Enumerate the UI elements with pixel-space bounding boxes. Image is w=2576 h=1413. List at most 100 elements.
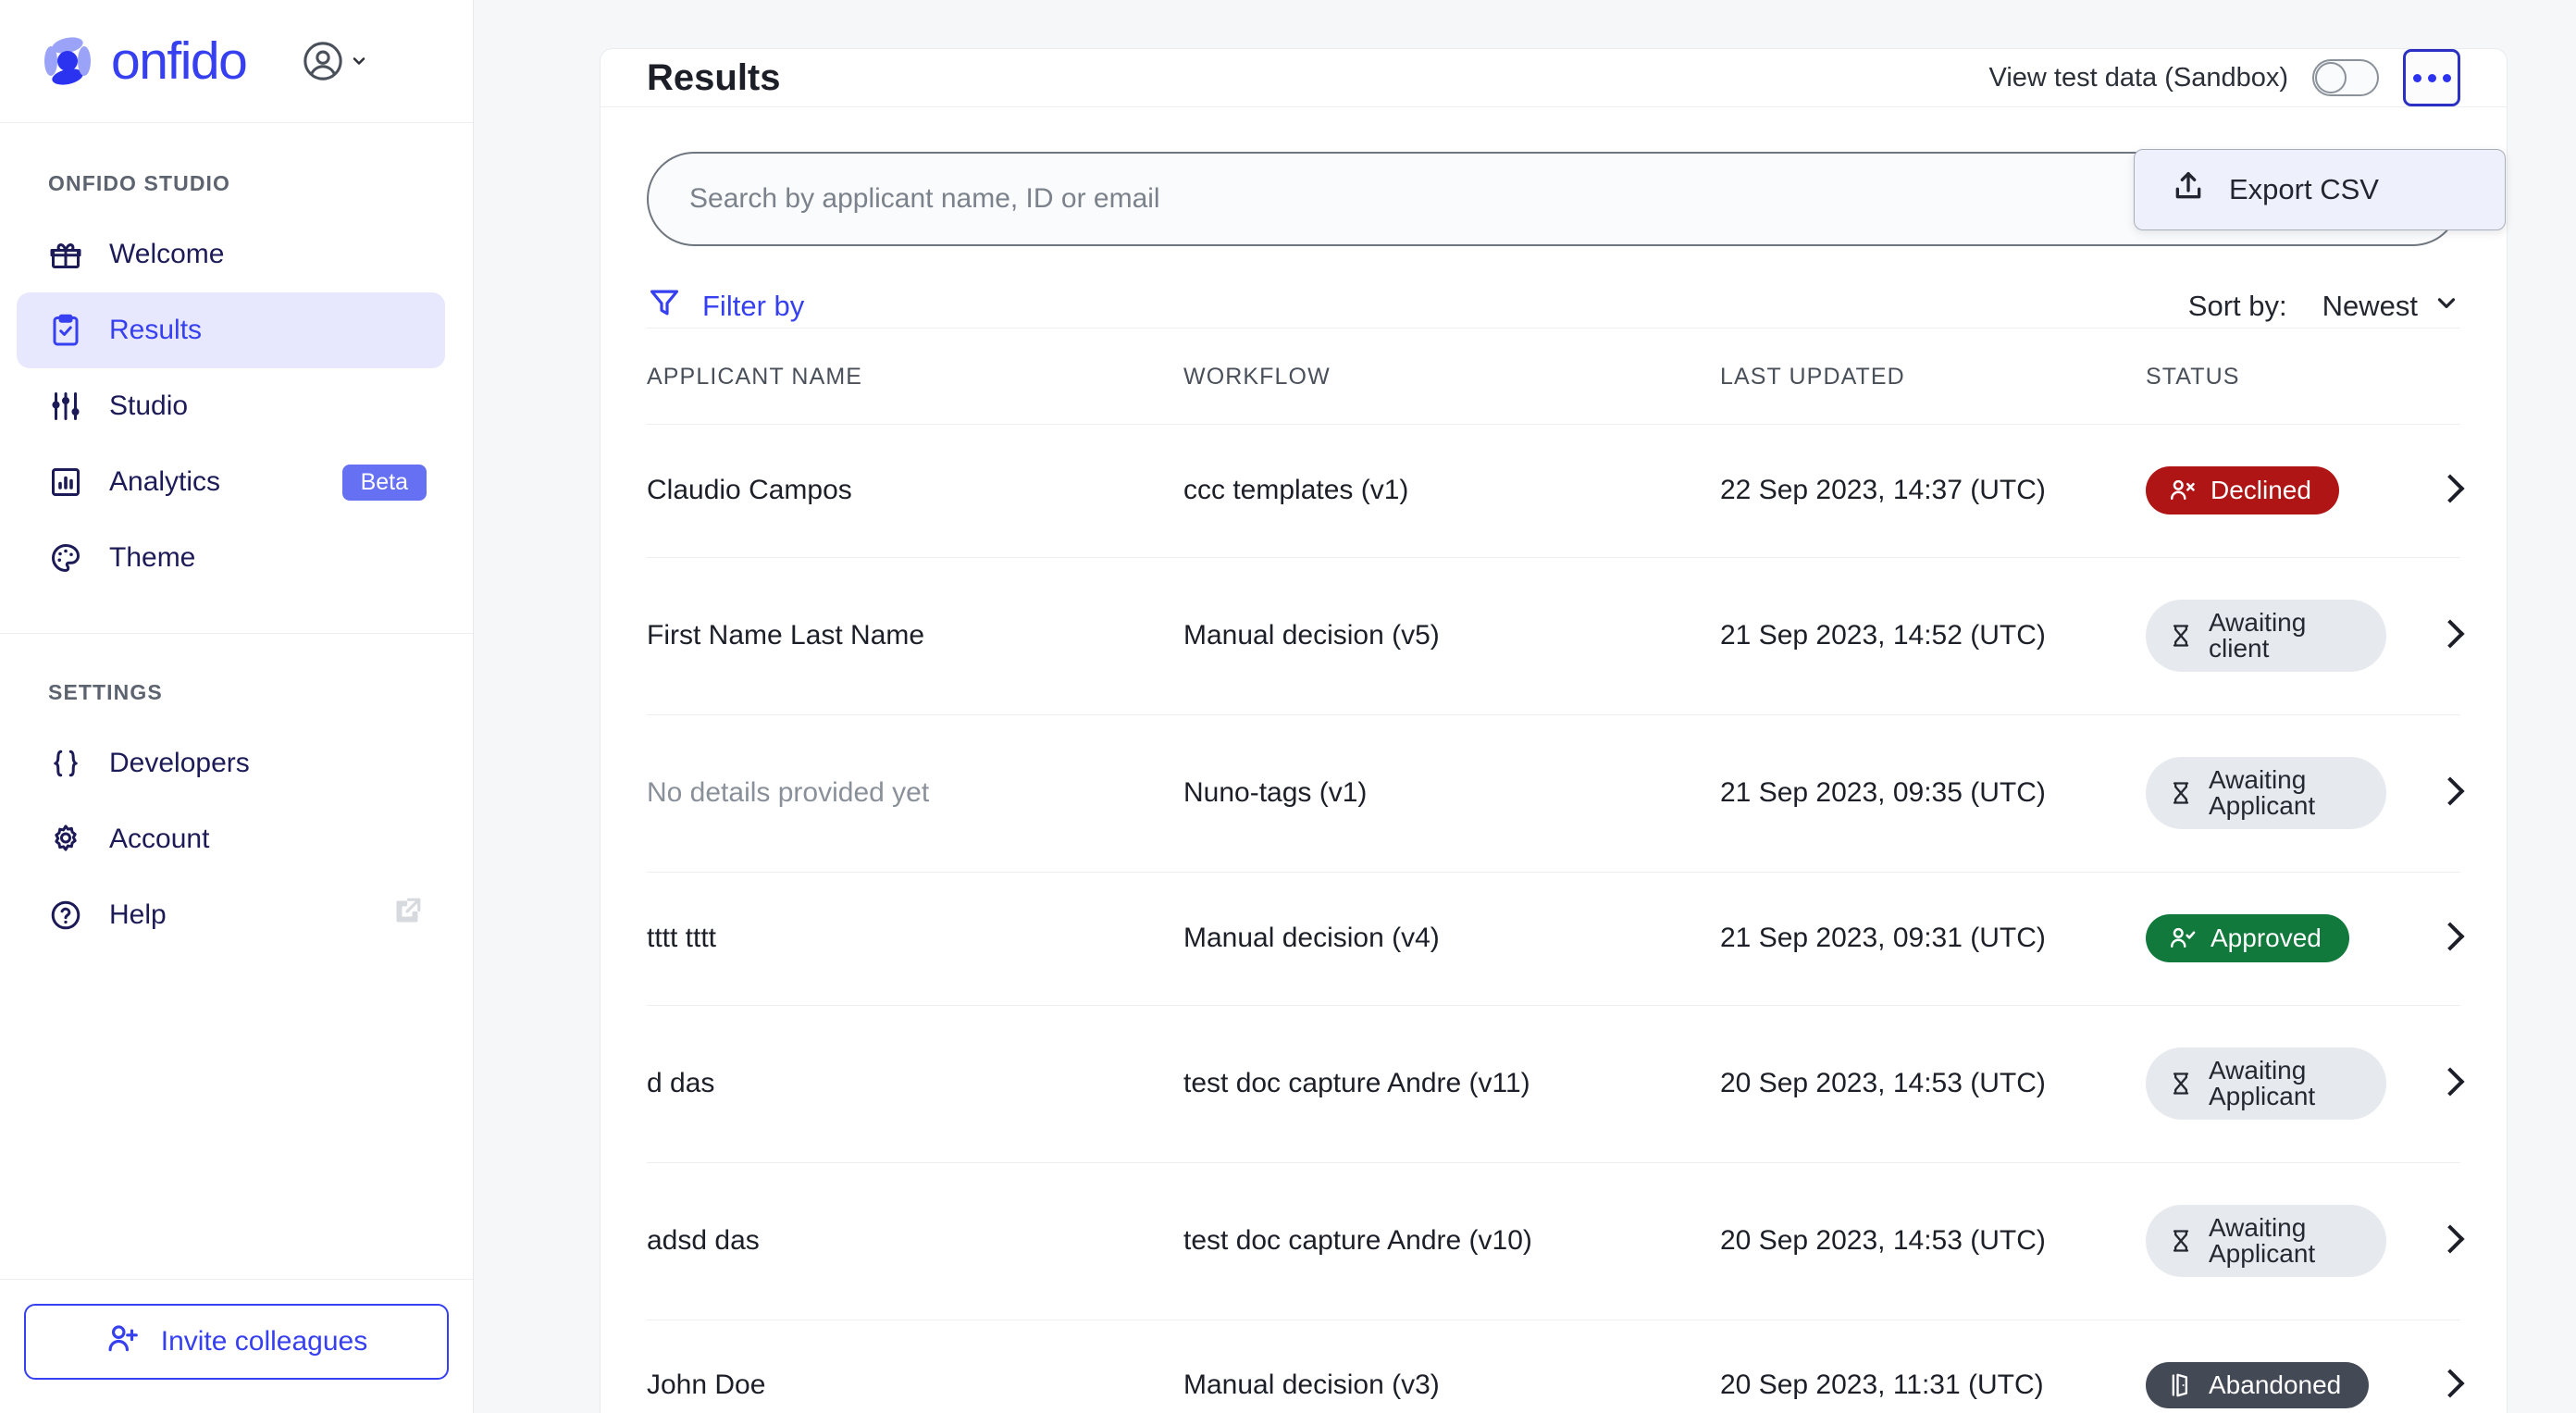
cell-last-updated: 20 Sep 2023, 14:53 (UTC) <box>1720 1006 2146 1163</box>
cell-row-arrow[interactable] <box>2386 1320 2460 1413</box>
sidebar-settings-nav: Developers Account Help <box>0 725 473 953</box>
chevron-right-icon[interactable] <box>2435 474 2464 502</box>
status-badge: Awaiting Applicant <box>2146 757 2386 829</box>
table-row[interactable]: tttt ttttManual decision (v4)21 Sep 2023… <box>647 873 2460 1006</box>
column-header-arrow <box>2386 328 2460 425</box>
sidebar-item-developers[interactable]: Developers <box>17 725 445 801</box>
results-table-container: APPLICANT NAME WORKFLOW LAST UPDATED STA… <box>601 328 2507 1413</box>
invite-colleagues-label: Invite colleagues <box>161 1326 367 1357</box>
toggle-knob <box>2315 62 2347 93</box>
results-card: Results View test data (Sandbox) <box>600 48 2508 1413</box>
table-row[interactable]: adsd dastest doc capture Andre (v10)20 S… <box>647 1163 2460 1320</box>
door-icon <box>2168 1372 2194 1398</box>
results-table: APPLICANT NAME WORKFLOW LAST UPDATED STA… <box>647 328 2460 1413</box>
chevron-right-icon[interactable] <box>2435 922 2464 950</box>
cell-last-updated: 22 Sep 2023, 14:37 (UTC) <box>1720 425 2146 558</box>
chevron-down-icon <box>2433 289 2460 324</box>
sidebar-item-account[interactable]: Account <box>17 801 445 877</box>
sidebar-section-settings-label: SETTINGS <box>0 680 473 705</box>
hourglass-icon <box>2168 1071 2194 1097</box>
sidebar-item-theme[interactable]: Theme <box>17 520 445 596</box>
column-header-last-updated: LAST UPDATED <box>1720 328 2146 425</box>
column-header-status: STATUS <box>2146 328 2386 425</box>
cell-applicant-name: First Name Last Name <box>647 558 1183 715</box>
table-row[interactable]: No details provided yetNuno-tags (v1)21 … <box>647 715 2460 873</box>
cell-workflow: Manual decision (v5) <box>1183 558 1720 715</box>
status-badge: Abandoned <box>2146 1362 2369 1408</box>
chevron-right-icon[interactable] <box>2435 1369 2464 1397</box>
brand-logo[interactable]: onfido <box>39 32 246 90</box>
cell-row-arrow[interactable] <box>2386 558 2460 715</box>
sidebar-section-studio-label: ONFIDO STUDIO <box>0 171 473 196</box>
table-row[interactable]: Claudio Camposccc templates (v1)22 Sep 2… <box>647 425 2460 558</box>
sidebar-item-studio[interactable]: Studio <box>17 368 445 444</box>
beta-badge: Beta <box>342 465 427 501</box>
cell-row-arrow[interactable] <box>2386 1006 2460 1163</box>
header-actions: View test data (Sandbox) <box>1989 49 2461 106</box>
sidebar-item-results[interactable]: Results <box>17 292 445 368</box>
sidebar-item-welcome[interactable]: Welcome <box>17 217 445 292</box>
user-plus-icon <box>105 1320 141 1363</box>
sidebar-header: onfido <box>0 0 473 123</box>
sort-by-control[interactable]: Sort by: Newest <box>2188 289 2460 324</box>
status-badge: Declined <box>2146 466 2339 514</box>
status-badge: Awaiting Applicant <box>2146 1047 2386 1120</box>
page-title: Results <box>647 57 781 99</box>
results-header: Results View test data (Sandbox) <box>601 49 2507 107</box>
gear-icon <box>48 822 83 857</box>
table-body: Claudio Camposccc templates (v1)22 Sep 2… <box>647 425 2460 1413</box>
status-badge-label: Awaiting Applicant <box>2209 767 2359 819</box>
sliders-icon <box>48 389 83 424</box>
curly-braces-icon <box>48 746 83 781</box>
cell-applicant-name: d das <box>647 1006 1183 1163</box>
cell-status: Approved <box>2146 873 2386 1006</box>
cell-row-arrow[interactable] <box>2386 715 2460 873</box>
table-row[interactable]: John DoeManual decision (v3)20 Sep 2023,… <box>647 1320 2460 1413</box>
cell-row-arrow[interactable] <box>2386 425 2460 558</box>
sort-by-value: Newest <box>2322 290 2418 323</box>
ellipsis-icon <box>2443 74 2451 82</box>
status-badge-label: Abandoned <box>2209 1372 2341 1398</box>
chevron-right-icon[interactable] <box>2435 1067 2464 1096</box>
cell-workflow: test doc capture Andre (v10) <box>1183 1163 1720 1320</box>
search-input[interactable] <box>689 183 2375 215</box>
ellipsis-icon <box>2428 74 2436 82</box>
table-header-row: APPLICANT NAME WORKFLOW LAST UPDATED STA… <box>647 328 2460 425</box>
status-badge: Awaiting Applicant <box>2146 1205 2386 1277</box>
cell-status: Abandoned <box>2146 1320 2386 1413</box>
main-content: Results View test data (Sandbox) <box>474 0 2576 1413</box>
sidebar-studio-nav: Welcome Results Studio <box>0 217 473 596</box>
cell-workflow: test doc capture Andre (v11) <box>1183 1006 1720 1163</box>
cell-row-arrow[interactable] <box>2386 873 2460 1006</box>
user-check-icon <box>2168 924 2196 952</box>
table-row[interactable]: First Name Last NameManual decision (v5)… <box>647 558 2460 715</box>
cell-workflow: Manual decision (v3) <box>1183 1320 1720 1413</box>
sandbox-toggle[interactable] <box>2312 59 2379 96</box>
chevron-right-icon[interactable] <box>2435 619 2464 648</box>
chevron-right-icon[interactable] <box>2435 1224 2464 1253</box>
more-options-dropdown[interactable]: Export CSV <box>2134 149 2506 230</box>
bar-chart-icon <box>48 465 83 500</box>
account-menu-button[interactable] <box>302 40 368 82</box>
cell-row-arrow[interactable] <box>2386 1163 2460 1320</box>
status-badge: Approved <box>2146 914 2349 962</box>
ellipsis-icon <box>2413 74 2421 82</box>
cell-status: Declined <box>2146 425 2386 558</box>
cell-applicant-name: tttt tttt <box>647 873 1183 1006</box>
table-head: APPLICANT NAME WORKFLOW LAST UPDATED STA… <box>647 328 2460 425</box>
hourglass-icon <box>2168 1228 2194 1254</box>
invite-colleagues-button[interactable]: Invite colleagues <box>24 1304 449 1380</box>
status-badge-label: Awaiting Applicant <box>2209 1215 2359 1267</box>
filter-by-button[interactable]: Filter by <box>647 285 804 328</box>
cell-workflow: Manual decision (v4) <box>1183 873 1720 1006</box>
sidebar-divider <box>0 633 473 634</box>
more-options-button[interactable] <box>2403 49 2460 106</box>
status-badge-label: Awaiting Applicant <box>2209 1058 2359 1109</box>
sidebar-item-label: Analytics <box>109 466 220 498</box>
chevron-right-icon[interactable] <box>2435 776 2464 805</box>
sidebar-item-analytics[interactable]: Analytics Beta <box>17 444 445 520</box>
table-row[interactable]: d dastest doc capture Andre (v11)20 Sep … <box>647 1006 2460 1163</box>
sort-by-label: Sort by: <box>2188 290 2287 323</box>
user-x-icon <box>2168 477 2196 504</box>
sidebar-item-help[interactable]: Help <box>17 877 445 953</box>
